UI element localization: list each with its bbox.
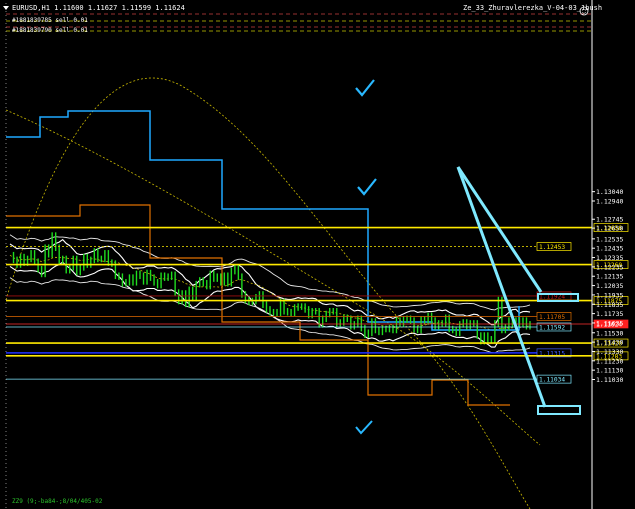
y-tick-label: 1.11530 [596, 329, 623, 337]
y-tick-label: 1.11230 [596, 357, 623, 365]
level-label-1.11592: 1.11592 [539, 324, 565, 331]
y-tick-label: 1.11430 [596, 339, 623, 347]
y-tick-label: 1.12940 [596, 198, 623, 206]
y-tick-label: 1.11330 [596, 348, 623, 356]
y-tick-label: 1.11030 [596, 376, 623, 384]
order-label: #1881839790 sell 0.01 [12, 27, 88, 34]
y-tick-label: 1.11130 [596, 367, 623, 375]
y-tick-label: 1.11835 [596, 301, 623, 309]
y-tick-label: 1.13040 [596, 188, 623, 196]
y-tick-label: 1.11735 [596, 310, 623, 318]
y-tick-label: 1.11635 [596, 319, 623, 327]
symbol-info: EURUSD,H1 1.11600 1.11627 1.11599 1.1162… [12, 4, 185, 12]
price-chart[interactable]: 1.126561.124531.122601.119241.118751.117… [0, 0, 635, 509]
y-tick-label: 1.12650 [596, 225, 623, 233]
chart-window[interactable]: 1.12656 1.12453 1.12260 1.11924 1.11875 1.117… [0, 0, 635, 509]
level-label-1.11034: 1.11034 [539, 377, 565, 384]
y-tick-label: 1.11935 [596, 291, 623, 299]
y-tick-label: 1.12745 [596, 216, 623, 224]
level-label-1.12453: 1.12453 [539, 244, 565, 251]
y-tick-label: 1.12535 [596, 235, 623, 243]
order-label: #1881839785 sell 0.01 [12, 17, 88, 24]
y-tick-label: 1.12335 [596, 254, 623, 262]
y-tick-label: 1.12435 [596, 245, 623, 253]
y-tick-label: 1.12235 [596, 263, 623, 271]
y-tick-label: 1.12035 [596, 282, 623, 290]
level-label-1.11705: 1.11705 [539, 314, 565, 321]
y-tick-label: 1.12135 [596, 273, 623, 281]
indicator-name: Ze_33_Zhuravlerezka_V-04-03_1bush [463, 4, 603, 12]
indicator-footer: ZZ9 (9;-ba84-;8/04/405-02 [12, 498, 103, 505]
